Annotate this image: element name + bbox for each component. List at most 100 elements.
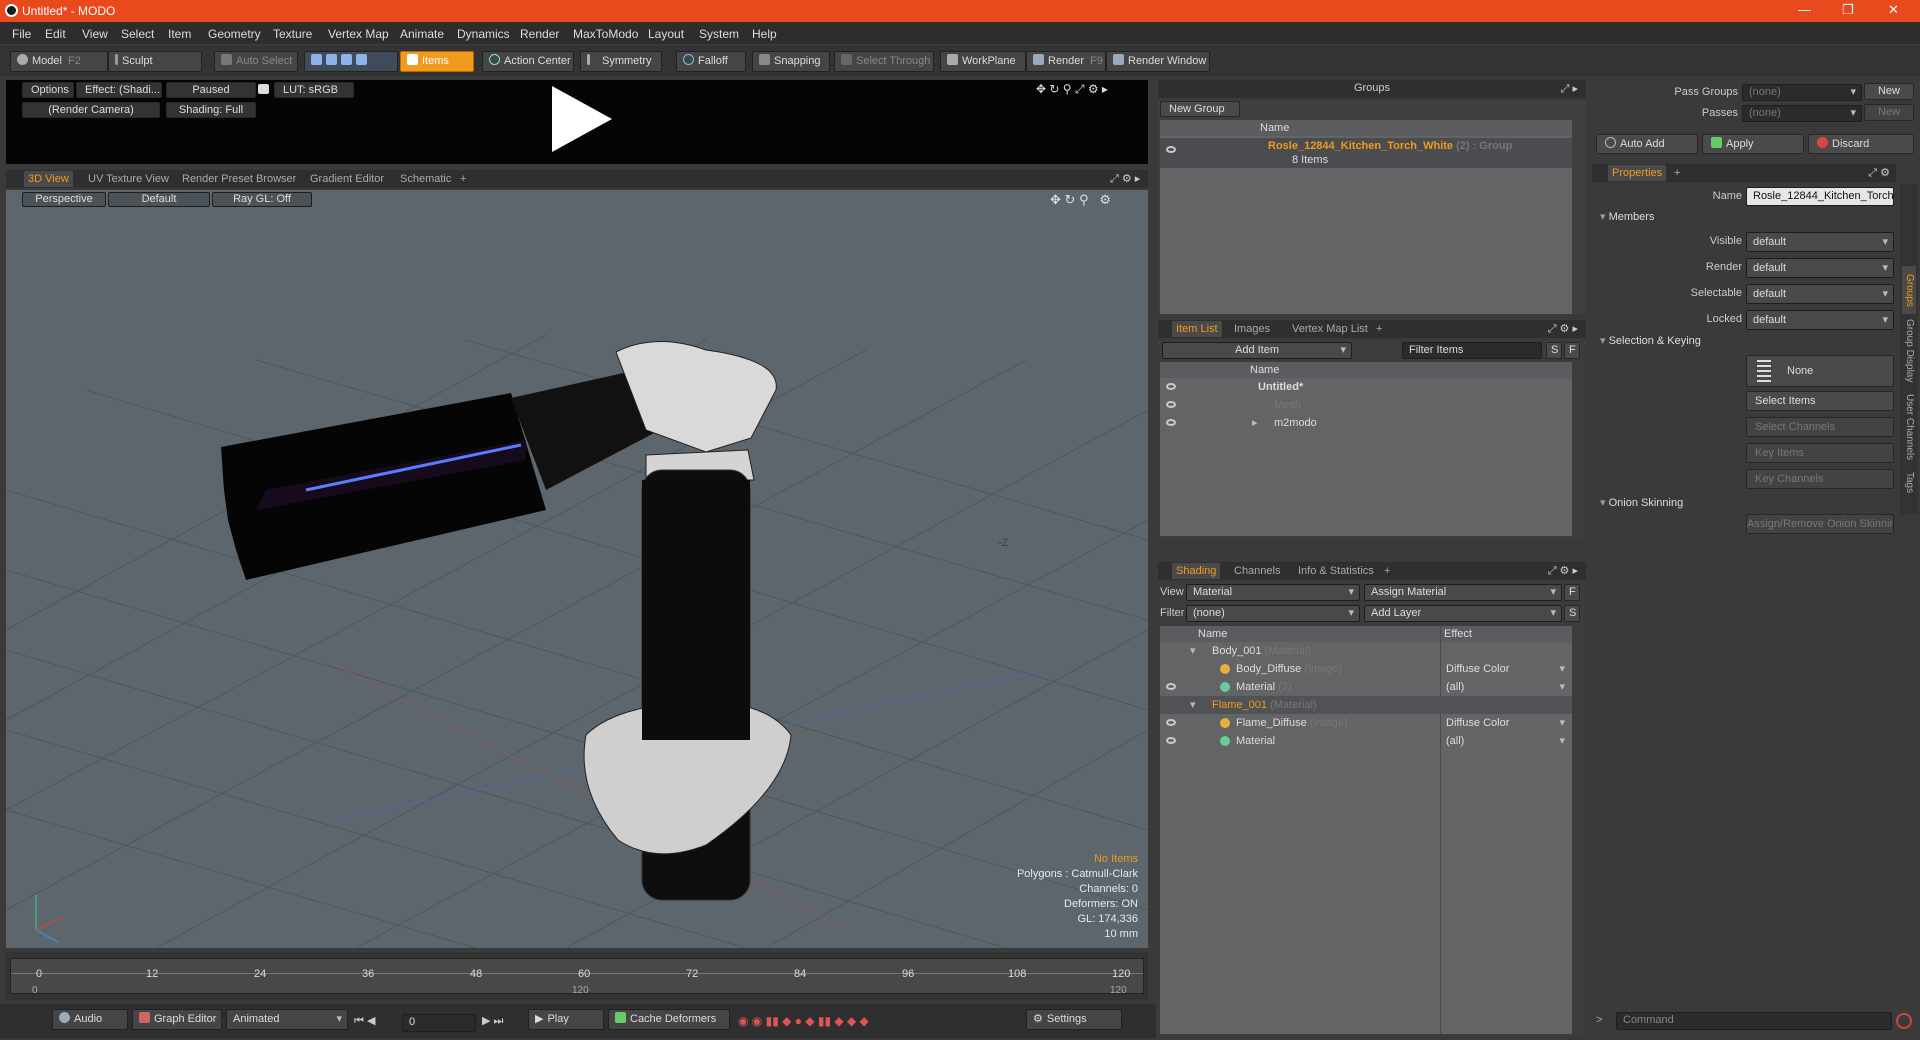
workplane-button[interactable]: WorkPlane: [940, 51, 1026, 72]
menu-item[interactable]: Item: [168, 27, 191, 41]
menu-vertex-map[interactable]: Vertex Map: [328, 27, 389, 41]
visibility-eye-icon[interactable]: [1166, 401, 1176, 408]
tab-3d-view[interactable]: 3D View: [24, 171, 73, 187]
group-name-input[interactable]: Rosle_12844_Kitchen_Torch_White: [1746, 187, 1894, 206]
timeline[interactable]: 0 12 24 36 48 60 72 84 96 108 120 0 120 …: [6, 952, 1148, 1000]
itemlist-f-button[interactable]: F: [1564, 342, 1580, 359]
play-icon[interactable]: [546, 84, 616, 154]
tab-schematic[interactable]: Schematic: [396, 171, 455, 187]
menu-layout[interactable]: Layout: [648, 27, 684, 41]
add-tab-button[interactable]: +: [456, 171, 470, 187]
none-selection-button[interactable]: None: [1746, 355, 1894, 387]
visibility-eye-icon[interactable]: [1166, 419, 1176, 426]
cache-deformers-button[interactable]: Cache Deformers: [608, 1009, 730, 1030]
symmetry-button[interactable]: Symmetry: [580, 51, 662, 72]
render-window-button[interactable]: Render Window: [1106, 51, 1210, 72]
prev-key-icons[interactable]: ⏮ ◀: [354, 1014, 375, 1028]
pass-groups-dropdown[interactable]: (none): [1742, 84, 1862, 101]
filter-dropdown[interactable]: (none): [1186, 605, 1360, 622]
select-channels-button[interactable]: Select Channels: [1746, 417, 1894, 437]
passes-dropdown[interactable]: (none): [1742, 105, 1862, 122]
shader-row-body-material[interactable]: ▾ Body_001 (Material): [1160, 642, 1572, 660]
group-row[interactable]: Rosle_12844_Kitchen_Torch_White (2) : Gr…: [1160, 138, 1572, 168]
expand-arrow-icon[interactable]: ▸: [1252, 414, 1258, 432]
selection-mode-icons[interactable]: [304, 51, 398, 72]
menu-render[interactable]: Render: [520, 27, 559, 41]
close-icon[interactable]: ✕: [1888, 2, 1899, 18]
visible-dropdown[interactable]: default: [1746, 232, 1894, 252]
select-items-button[interactable]: Select Items: [1746, 391, 1894, 411]
selectable-dropdown[interactable]: default: [1746, 284, 1894, 304]
menu-geometry[interactable]: Geometry: [208, 27, 261, 41]
shader-row-flame-diffuse[interactable]: Flame_Diffuse (Image) Diffuse Color: [1160, 714, 1572, 732]
lut-dropdown[interactable]: LUT: sRGB: [274, 82, 354, 98]
collapse-arrow-icon[interactable]: ▾: [1190, 696, 1196, 714]
frame-input[interactable]: 0: [402, 1014, 476, 1032]
shader-row-body-diffuse[interactable]: Body_Diffuse (Image) Diffuse Color: [1160, 660, 1572, 678]
add-layer-dropdown[interactable]: Add Layer: [1364, 605, 1562, 622]
viewport-expand-icon[interactable]: ⤢ ⚙ ▸: [1110, 172, 1140, 186]
side-tab-group-display[interactable]: Group Display: [1902, 316, 1916, 386]
shader-row-flame-material[interactable]: ▾ Flame_001 (Material): [1160, 696, 1572, 714]
render-dropdown[interactable]: default: [1746, 258, 1894, 278]
view-dropdown[interactable]: Material: [1186, 584, 1360, 601]
locked-dropdown[interactable]: default: [1746, 310, 1894, 330]
minimize-icon[interactable]: —: [1798, 2, 1811, 17]
filter-items-input[interactable]: Filter Items: [1402, 342, 1542, 359]
menu-animate[interactable]: Animate: [400, 27, 444, 41]
auto-add-button[interactable]: Auto Add: [1596, 134, 1698, 154]
side-tab-user-channels[interactable]: User Channels: [1902, 390, 1916, 464]
preview-paused-button[interactable]: Paused: [166, 82, 256, 98]
tab-item-list[interactable]: Item List: [1172, 321, 1222, 337]
snapping-button[interactable]: Snapping: [752, 51, 830, 72]
visibility-eye-icon[interactable]: [1166, 719, 1176, 726]
animated-dropdown[interactable]: Animated: [226, 1009, 348, 1030]
viewport-3d[interactable]: Perspective Default Ray GL: Off ✥ ↻ ⚲ ⚙: [6, 190, 1148, 948]
menu-help[interactable]: Help: [752, 27, 777, 41]
falloff-button[interactable]: Falloff: [676, 51, 746, 72]
menu-texture[interactable]: Texture: [273, 27, 312, 41]
onion-skinning-section[interactable]: ▾ Onion Skinning: [1600, 494, 1896, 512]
group-name[interactable]: Rosle_12844_Kitchen_Torch_White: [1268, 140, 1453, 152]
key-tool-icons[interactable]: ◉ ◉ ▮▮ ◆ ● ◆ ▮▮ ◆ ◆ ◆: [738, 1014, 869, 1028]
tab-channels[interactable]: Channels: [1230, 563, 1284, 579]
sculpt-mode-button[interactable]: Sculpt: [108, 51, 202, 72]
restore-icon[interactable]: ❐: [1842, 2, 1854, 18]
tab-gradient-editor[interactable]: Gradient Editor: [306, 171, 388, 187]
select-through-button[interactable]: Select Through: [834, 51, 934, 72]
preview-camera-dropdown[interactable]: (Render Camera): [22, 102, 160, 118]
tab-vertex-map-list[interactable]: Vertex Map List: [1288, 321, 1372, 337]
model-mode-button[interactable]: Model F2: [10, 51, 108, 72]
play-button[interactable]: ▶ Play: [528, 1009, 604, 1030]
command-input[interactable]: Command: [1616, 1012, 1892, 1030]
graph-editor-button[interactable]: Graph Editor: [132, 1009, 222, 1030]
menu-file[interactable]: File: [12, 27, 31, 41]
tab-render-preset-browser[interactable]: Render Preset Browser: [178, 171, 300, 187]
items-mode-button[interactable]: Items: [400, 51, 474, 72]
side-tab-tags[interactable]: Tags: [1902, 468, 1916, 498]
new-group-button[interactable]: New Group: [1160, 101, 1240, 117]
action-center-button[interactable]: Action Center: [482, 51, 574, 72]
settings-button[interactable]: ⚙ Settings: [1026, 1009, 1122, 1030]
tab-info-statistics[interactable]: Info & Statistics: [1294, 563, 1378, 579]
audio-button[interactable]: Audio: [52, 1009, 128, 1030]
render-button[interactable]: Render F9: [1026, 51, 1106, 72]
collapse-arrow-icon[interactable]: ▾: [1190, 642, 1196, 660]
shading-s-button[interactable]: S: [1564, 605, 1580, 622]
itemlist-s-button[interactable]: S: [1546, 342, 1562, 359]
tab-properties[interactable]: Properties: [1608, 165, 1667, 181]
record-icon[interactable]: [1896, 1013, 1912, 1029]
item-row-m2modo[interactable]: ▸ m2modo: [1160, 414, 1572, 432]
visibility-eye-icon[interactable]: [1166, 683, 1176, 690]
selection-keying-section[interactable]: ▾ Selection & Keying: [1600, 332, 1896, 350]
tab-uv-texture-view[interactable]: UV Texture View: [84, 171, 173, 187]
menu-maxtomodo[interactable]: MaxToModo: [573, 27, 638, 41]
item-row-scene[interactable]: Untitled*: [1160, 378, 1572, 396]
add-item-dropdown[interactable]: Add Item: [1162, 342, 1352, 359]
auto-select-button[interactable]: Auto Select: [214, 51, 298, 72]
add-tab-button[interactable]: +: [1670, 165, 1684, 181]
key-items-button[interactable]: Key Items: [1746, 443, 1894, 463]
shading-expand-icon[interactable]: ⤢ ⚙ ▸: [1548, 564, 1578, 578]
assign-onion-button[interactable]: Assign/Remove Onion Skinning: [1746, 514, 1894, 534]
preview-options-button[interactable]: Options: [22, 82, 74, 98]
